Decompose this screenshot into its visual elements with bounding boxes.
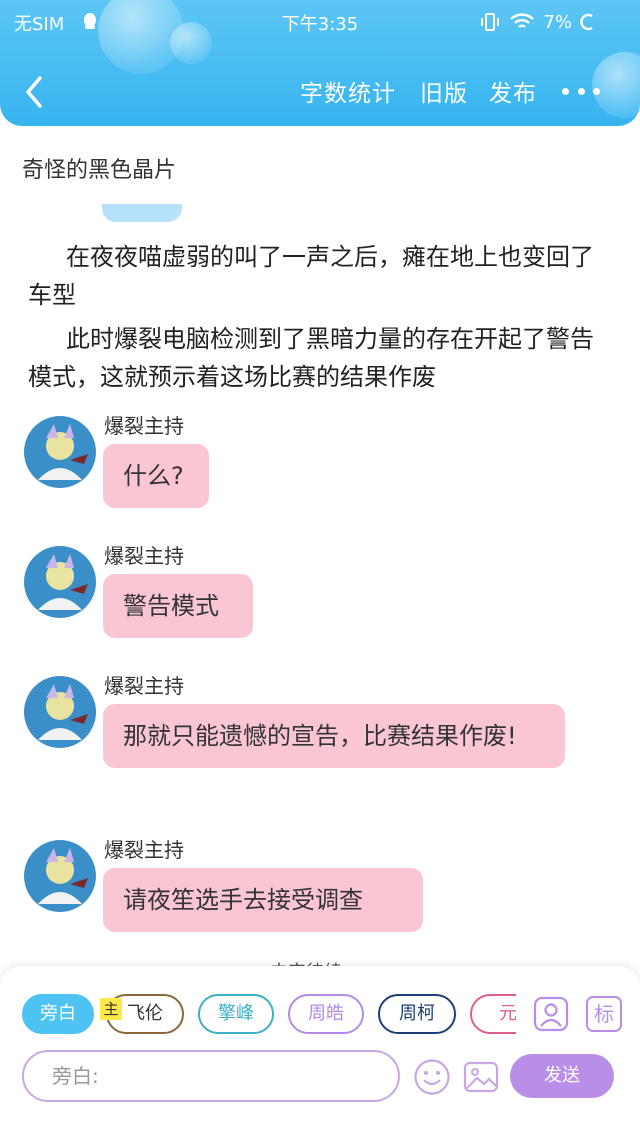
tag-icon-label: 标 [594, 1002, 614, 1026]
wifi-icon [509, 12, 535, 32]
emoji-icon[interactable] [413, 1058, 451, 1096]
message-bubble[interactable]: 那就只能遗憾的宣告，比赛结果作废! [103, 704, 565, 768]
message-bubble[interactable]: 请夜笙选手去接受调查 [103, 868, 423, 932]
role-qingfeng[interactable]: 擎峰 [198, 994, 274, 1034]
send-button[interactable]: 发送 [510, 1054, 614, 1098]
dot-icon [577, 88, 585, 95]
old-version-button[interactable]: 旧版 [420, 74, 468, 108]
role-narrator[interactable]: 旁白 [22, 994, 94, 1034]
message-input[interactable]: 旁白: [22, 1050, 400, 1102]
speaker-name: 爆裂主持 [104, 414, 184, 438]
battery-percent: 7% [543, 11, 572, 33]
main-role-badge: 主 [100, 998, 122, 1020]
message-bubble[interactable]: 什么? [103, 444, 209, 508]
battery-icon [580, 12, 594, 32]
character-manage-icon[interactable] [533, 996, 569, 1032]
role-zhouke[interactable]: 周柯 [378, 994, 456, 1034]
story-paragraph: 此时爆裂电脑检测到了黑暗力量的存在开起了警告模式，这就预示着这场比赛的结果作废 [28, 325, 594, 391]
decor-bubble [592, 52, 640, 118]
top-header: 无SIM 下午3:35 7% 字数统计 旧版 发布 [0, 0, 640, 126]
avatar[interactable] [24, 676, 96, 748]
story-title[interactable]: 奇怪的黑色晶片 [22, 152, 176, 184]
role-selector: 旁白 飞伦 擎峰 周皓 周柯 元 [22, 994, 516, 1036]
message-bubble[interactable]: 警告模式 [103, 574, 253, 638]
word-count-button[interactable]: 字数统计 [300, 74, 396, 108]
speaker-name: 爆裂主持 [104, 544, 184, 568]
more-options-button[interactable] [562, 88, 600, 98]
dot-icon [593, 88, 600, 95]
avatar[interactable] [24, 546, 96, 618]
speaker-name: 爆裂主持 [104, 838, 184, 862]
role-yuan[interactable]: 元 [470, 994, 516, 1034]
speaker-name: 爆裂主持 [104, 674, 184, 698]
vibrate-icon [479, 12, 501, 32]
back-button[interactable] [20, 72, 50, 112]
avatar[interactable] [24, 416, 96, 488]
avatar[interactable] [24, 840, 96, 912]
status-icons: 7% [479, 10, 594, 34]
story-paragraph: 在夜夜喵虚弱的叫了一声之后，瘫在地上也变回了车型 [28, 243, 594, 309]
collapsed-tab [102, 204, 182, 222]
publish-button[interactable]: 发布 [489, 74, 537, 108]
role-zhouhao[interactable]: 周皓 [288, 994, 364, 1034]
image-icon[interactable] [462, 1058, 500, 1096]
tag-icon[interactable]: 标 [586, 996, 622, 1032]
dot-icon [562, 88, 569, 95]
